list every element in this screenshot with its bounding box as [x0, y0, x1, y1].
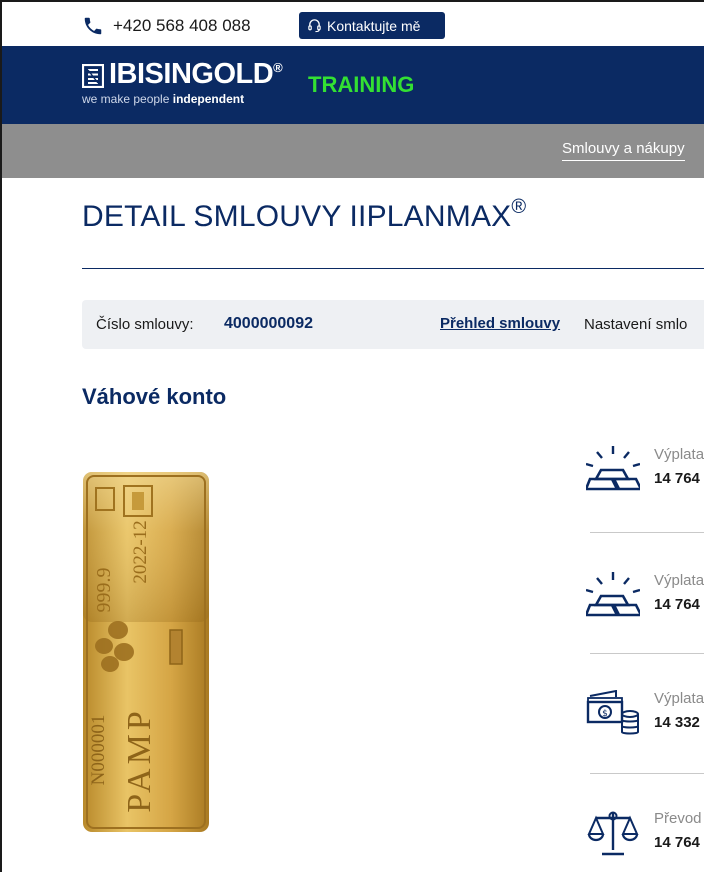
nav-contracts-link[interactable]: Smlouvy a nákupy — [562, 140, 685, 161]
phone-icon[interactable] — [82, 15, 104, 37]
page-frame: +420 568 408 088 Kontaktujte mě IBISINGO… — [0, 0, 704, 872]
stat-value: 14 764 — [654, 834, 700, 851]
environment-label: TRAINING — [308, 72, 415, 97]
scales-icon — [587, 811, 639, 856]
section-title: Váhové konto — [82, 384, 227, 409]
bar-year-text: 2022-12 — [130, 520, 151, 583]
phone-number[interactable]: +420 568 408 088 — [113, 16, 251, 36]
bar-serial-text: N000001 — [88, 715, 109, 786]
bar-brand-text: PAMP — [121, 707, 158, 812]
tab-contract-overview[interactable]: Přehled smlouvy — [440, 315, 560, 332]
brand-logo[interactable]: IBISINGOLD® — [109, 58, 283, 91]
contact-me-label: Kontaktujte mě — [327, 17, 421, 34]
title-divider — [82, 268, 704, 269]
stat-label: Převod — [654, 810, 702, 827]
contract-number-label: Číslo smlouvy: — [96, 316, 194, 333]
stat-label: Výplata — [654, 446, 704, 463]
stat-value: 14 764 — [654, 470, 700, 487]
brand-tagline: we make people independent — [82, 92, 245, 106]
stat-label: Výplata — [654, 690, 704, 707]
contract-number-value: 4000000092 — [224, 315, 313, 332]
ibis-logo-icon[interactable] — [82, 64, 104, 88]
svg-text:$: $ — [602, 709, 608, 719]
main-nav: Smlouvy a nákupy — [2, 124, 704, 178]
contract-info-bar: Číslo smlouvy: 4000000092 Přehled smlouv… — [82, 300, 704, 349]
gold-bar-shine-icon — [586, 446, 640, 491]
brand-header: IBISINGOLD® we make people independent T… — [2, 46, 704, 124]
bar-purity-text: 999.9 — [93, 568, 115, 613]
stat-divider — [590, 773, 704, 774]
tab-contract-settings[interactable]: Nastavení smlo — [584, 316, 687, 333]
stat-divider — [590, 653, 704, 654]
stat-divider — [590, 532, 704, 533]
stat-value: 14 332 — [654, 714, 700, 731]
contact-bar: +420 568 408 088 Kontaktujte mě — [2, 2, 704, 46]
gold-bar-image: 999.9 2022-12 N000001 PAMP — [83, 472, 209, 832]
page-title: DETAIL SMLOUVY IIPLANMAX® — [82, 196, 527, 233]
cash-coins-icon: $ — [586, 690, 639, 735]
contact-me-button[interactable]: Kontaktujte mě — [299, 12, 445, 39]
gold-bar-shine-icon — [586, 572, 640, 617]
headset-icon — [308, 19, 321, 33]
stat-label: Výplata — [654, 572, 704, 589]
stat-value: 14 764 — [654, 596, 700, 613]
